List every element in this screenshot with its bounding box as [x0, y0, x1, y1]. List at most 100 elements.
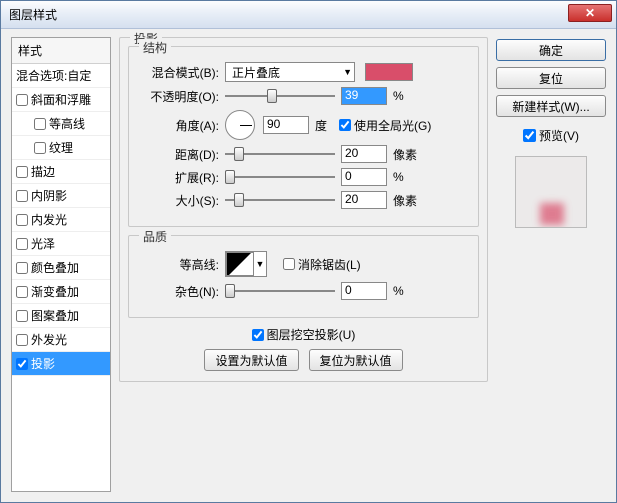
- blend-options-label: 混合选项:自定: [16, 67, 91, 84]
- style-item[interactable]: 描边: [12, 160, 110, 184]
- contour-picker[interactable]: ▼: [225, 251, 267, 277]
- ok-label: 确定: [539, 42, 563, 59]
- chevron-down-icon: ▼: [254, 259, 266, 269]
- spread-label: 扩展(R):: [141, 169, 219, 186]
- spread-input[interactable]: 0: [341, 168, 387, 186]
- style-item[interactable]: 外发光: [12, 328, 110, 352]
- style-item-checkbox[interactable]: [34, 142, 46, 154]
- close-icon: ✕: [585, 6, 595, 20]
- blend-mode-select[interactable]: 正片叠底 ▼: [225, 62, 355, 82]
- close-button[interactable]: ✕: [568, 4, 612, 22]
- global-light-checkbox[interactable]: 使用全局光(G): [339, 117, 431, 134]
- style-item-label: 描边: [31, 163, 55, 180]
- style-item-label: 外发光: [31, 331, 67, 348]
- spread-unit: %: [393, 170, 423, 184]
- style-item-checkbox[interactable]: [16, 94, 28, 106]
- window-title: 图层样式: [9, 6, 57, 23]
- style-item-checkbox[interactable]: [16, 310, 28, 322]
- distance-slider[interactable]: [225, 145, 335, 163]
- right-panel: 确定 复位 新建样式(W)... 预览(V): [496, 37, 606, 492]
- style-item[interactable]: 颜色叠加: [12, 256, 110, 280]
- style-item-checkbox[interactable]: [34, 118, 46, 130]
- noise-input[interactable]: 0: [341, 282, 387, 300]
- cancel-label: 复位: [539, 70, 563, 87]
- preview-checkbox[interactable]: 预览(V): [496, 127, 606, 144]
- new-style-button[interactable]: 新建样式(W)...: [496, 95, 606, 117]
- style-item-label: 图案叠加: [31, 307, 79, 324]
- dialog-body: 样式 混合选项:自定 斜面和浮雕等高线纹理描边内阴影内发光光泽颜色叠加渐变叠加图…: [1, 29, 616, 502]
- style-item[interactable]: 纹理: [12, 136, 110, 160]
- style-item[interactable]: 斜面和浮雕: [12, 88, 110, 112]
- distance-unit: 像素: [393, 146, 423, 163]
- styles-header: 样式: [12, 38, 110, 64]
- blend-options-item[interactable]: 混合选项:自定: [12, 64, 110, 88]
- style-item[interactable]: 内阴影: [12, 184, 110, 208]
- noise-slider[interactable]: [225, 282, 335, 300]
- global-light-label: 使用全局光(G): [354, 117, 431, 134]
- style-item[interactable]: 内发光: [12, 208, 110, 232]
- style-item[interactable]: 图案叠加: [12, 304, 110, 328]
- quality-group: 品质 等高线: ▼ 消除锯齿(L) 杂色(N):: [128, 235, 479, 318]
- style-item-label: 渐变叠加: [31, 283, 79, 300]
- antialias-checkbox[interactable]: 消除锯齿(L): [283, 256, 361, 273]
- reset-default-button[interactable]: 复位为默认值: [309, 349, 403, 371]
- style-item-label: 等高线: [49, 115, 85, 132]
- style-item-label: 内阴影: [31, 187, 67, 204]
- style-item-checkbox[interactable]: [16, 190, 28, 202]
- opacity-slider[interactable]: [225, 87, 335, 105]
- antialias-label: 消除锯齿(L): [298, 256, 361, 273]
- global-light-input[interactable]: [339, 119, 351, 131]
- style-item-checkbox[interactable]: [16, 334, 28, 346]
- preview-input[interactable]: [523, 129, 536, 142]
- style-item-checkbox[interactable]: [16, 238, 28, 250]
- spread-slider[interactable]: [225, 168, 335, 186]
- contour-label: 等高线:: [141, 256, 219, 273]
- angle-input[interactable]: 90: [263, 116, 309, 134]
- chevron-down-icon: ▼: [343, 67, 352, 77]
- style-item[interactable]: 光泽: [12, 232, 110, 256]
- antialias-input[interactable]: [283, 258, 295, 270]
- style-item-label: 纹理: [49, 139, 73, 156]
- angle-unit: 度: [315, 117, 327, 134]
- style-item-checkbox[interactable]: [16, 262, 28, 274]
- layer-style-dialog: 图层样式 ✕ 样式 混合选项:自定 斜面和浮雕等高线纹理描边内阴影内发光光泽颜色…: [0, 0, 617, 503]
- style-item-label: 颜色叠加: [31, 259, 79, 276]
- ok-button[interactable]: 确定: [496, 39, 606, 61]
- opacity-unit: %: [393, 89, 423, 103]
- set-default-button[interactable]: 设置为默认值: [204, 349, 298, 371]
- style-item-label: 光泽: [31, 235, 55, 252]
- preview-label: 预览(V): [539, 127, 579, 144]
- size-input[interactable]: 20: [341, 191, 387, 209]
- style-item-checkbox[interactable]: [16, 166, 28, 178]
- cancel-button[interactable]: 复位: [496, 67, 606, 89]
- style-item[interactable]: 投影: [12, 352, 110, 376]
- settings-panel: 投影 结构 混合模式(B): 正片叠底 ▼ 不透明度(O):: [119, 37, 488, 492]
- set-default-label: 设置为默认值: [215, 352, 287, 369]
- titlebar[interactable]: 图层样式 ✕: [1, 1, 616, 29]
- shadow-color-swatch[interactable]: [365, 63, 413, 81]
- noise-label: 杂色(N):: [141, 283, 219, 300]
- angle-dial[interactable]: [225, 110, 255, 140]
- style-item-checkbox[interactable]: [16, 358, 28, 370]
- style-item[interactable]: 渐变叠加: [12, 280, 110, 304]
- noise-unit: %: [393, 284, 423, 298]
- style-item-checkbox[interactable]: [16, 286, 28, 298]
- new-style-label: 新建样式(W)...: [512, 98, 589, 115]
- knockout-input[interactable]: [252, 329, 264, 341]
- size-unit: 像素: [393, 192, 423, 209]
- opacity-label: 不透明度(O):: [141, 88, 219, 105]
- styles-list: 样式 混合选项:自定 斜面和浮雕等高线纹理描边内阴影内发光光泽颜色叠加渐变叠加图…: [11, 37, 111, 492]
- quality-legend: 品质: [139, 228, 171, 245]
- style-item-checkbox[interactable]: [16, 214, 28, 226]
- style-item[interactable]: 等高线: [12, 112, 110, 136]
- knockout-label: 图层挖空投影(U): [267, 326, 356, 343]
- structure-legend: 结构: [139, 39, 171, 56]
- contour-thumb-icon: [226, 252, 254, 276]
- size-slider[interactable]: [225, 191, 335, 209]
- preview-thumbnail: [515, 156, 587, 228]
- style-item-label: 投影: [31, 355, 55, 372]
- distance-input[interactable]: 20: [341, 145, 387, 163]
- knockout-checkbox[interactable]: 图层挖空投影(U): [252, 326, 356, 343]
- opacity-input[interactable]: 39: [341, 87, 387, 105]
- angle-label: 角度(A):: [141, 117, 219, 134]
